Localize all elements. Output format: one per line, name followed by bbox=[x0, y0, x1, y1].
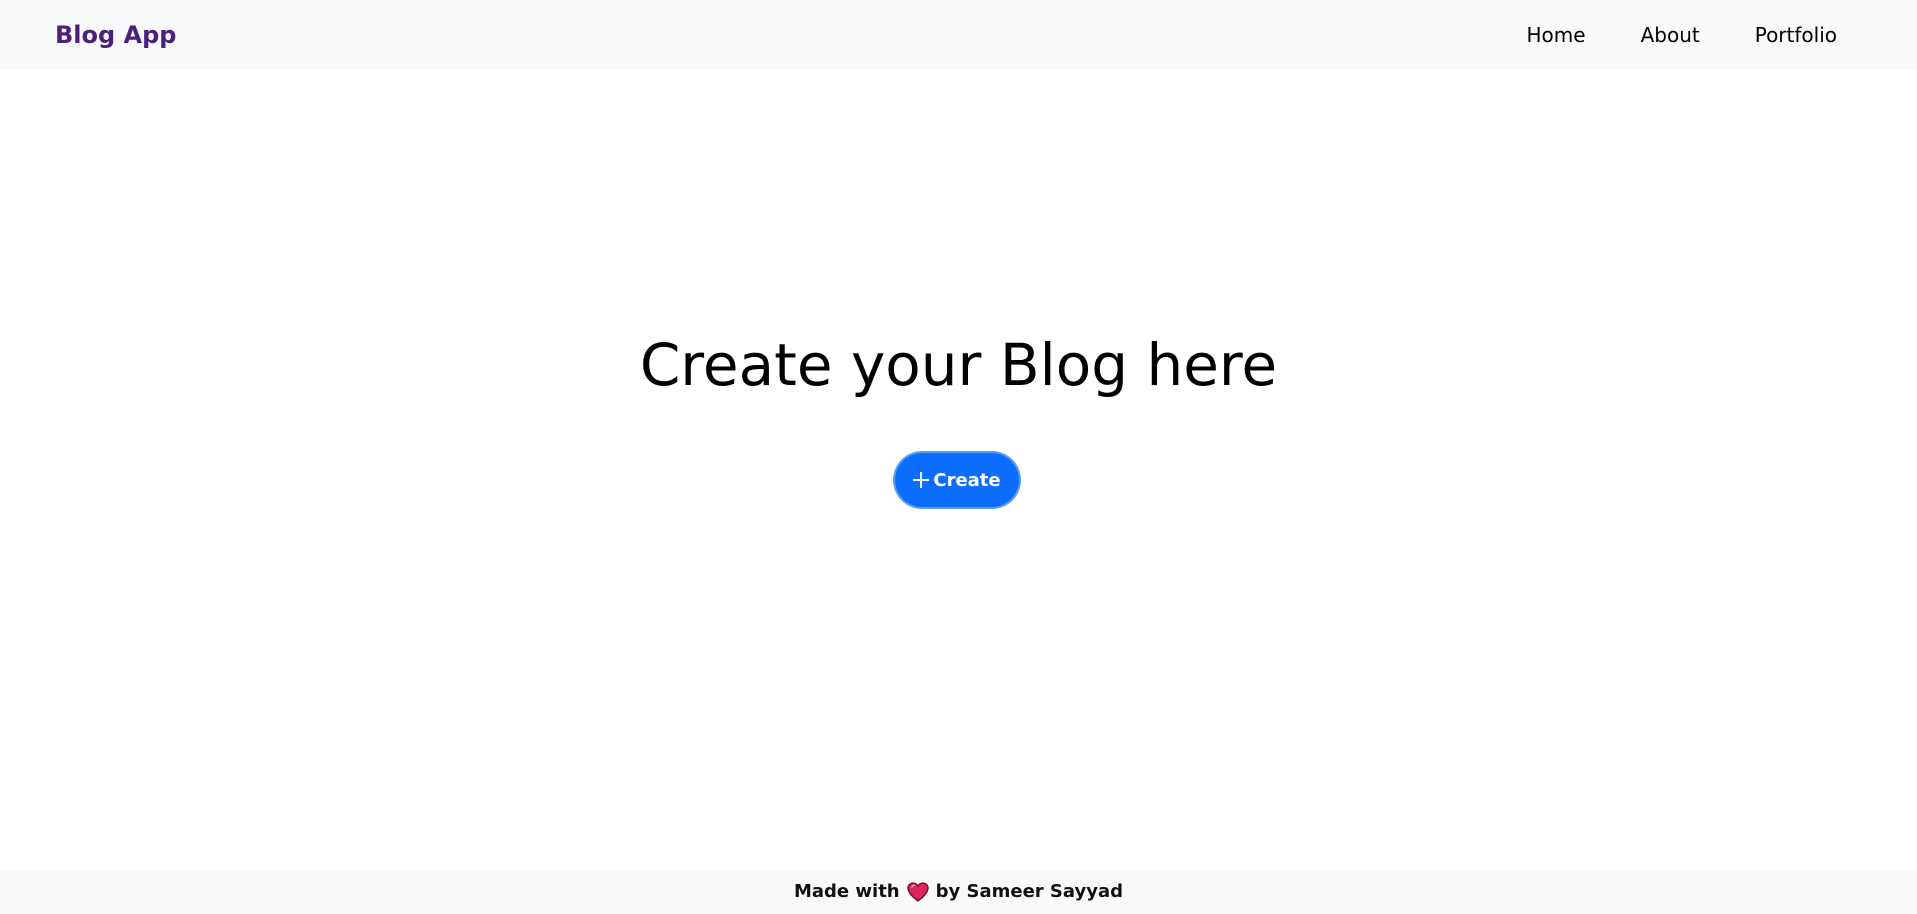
plus-icon bbox=[913, 472, 930, 488]
heart-icon bbox=[906, 881, 929, 902]
nav-link-portfolio[interactable]: Portfolio bbox=[1755, 23, 1837, 47]
navbar: Blog App Home About Portfolio bbox=[0, 0, 1917, 70]
nav-links: Home About Portfolio bbox=[1472, 0, 1837, 70]
footer-prefix: Made with bbox=[793, 881, 900, 902]
footer-suffix: by Sameer Sayyad bbox=[935, 881, 1123, 902]
brand-logo-link[interactable]: Blog App bbox=[55, 0, 176, 70]
nav-link-home[interactable]: Home bbox=[1527, 23, 1586, 47]
nav-link-about[interactable]: About bbox=[1641, 23, 1700, 47]
footer: Made with by Sameer Sayyad bbox=[0, 869, 1917, 914]
create-button[interactable]: Create bbox=[895, 453, 1019, 507]
hero-title: Create your Blog here bbox=[639, 331, 1278, 399]
create-button-label: Create bbox=[933, 469, 1001, 491]
